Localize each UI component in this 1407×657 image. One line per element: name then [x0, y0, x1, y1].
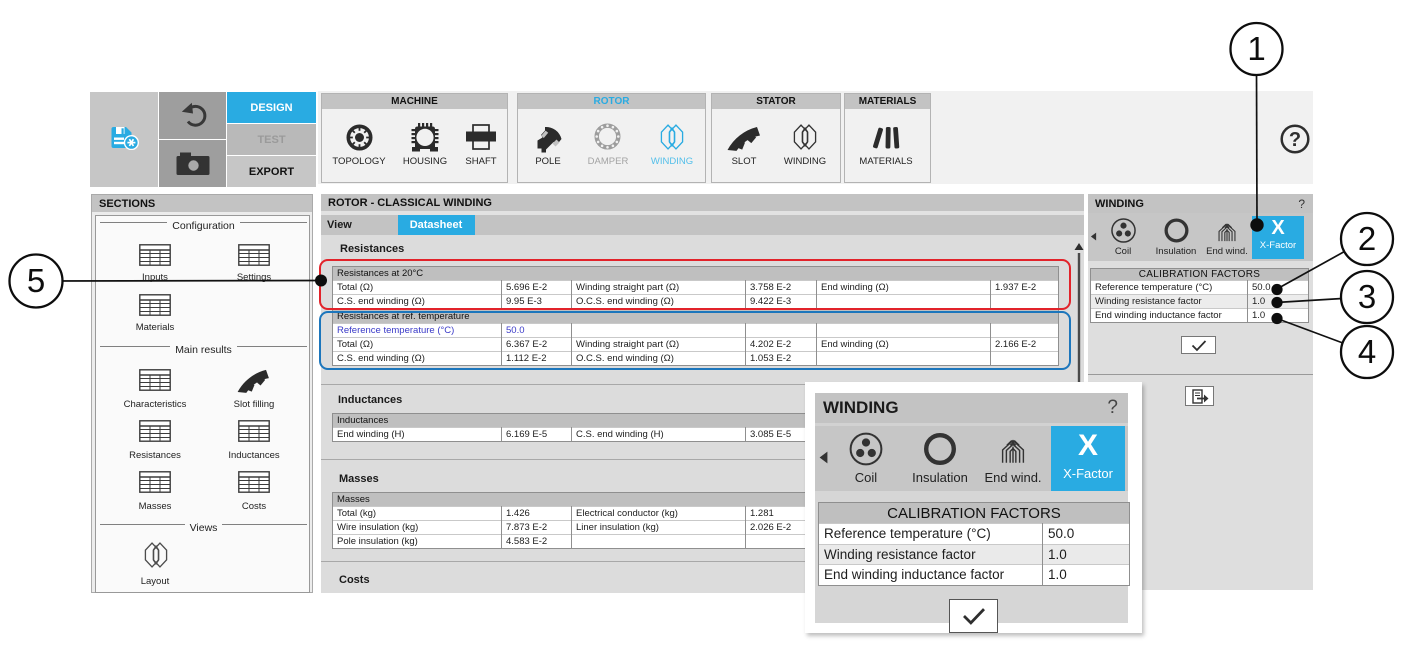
svg-text:3: 3 — [1358, 278, 1376, 315]
svg-text:2: 2 — [1358, 220, 1376, 257]
svg-text:5: 5 — [27, 262, 45, 299]
svg-text:4: 4 — [1358, 333, 1376, 370]
svg-text:1: 1 — [1247, 30, 1265, 67]
svg-text:?: ? — [1289, 129, 1301, 151]
